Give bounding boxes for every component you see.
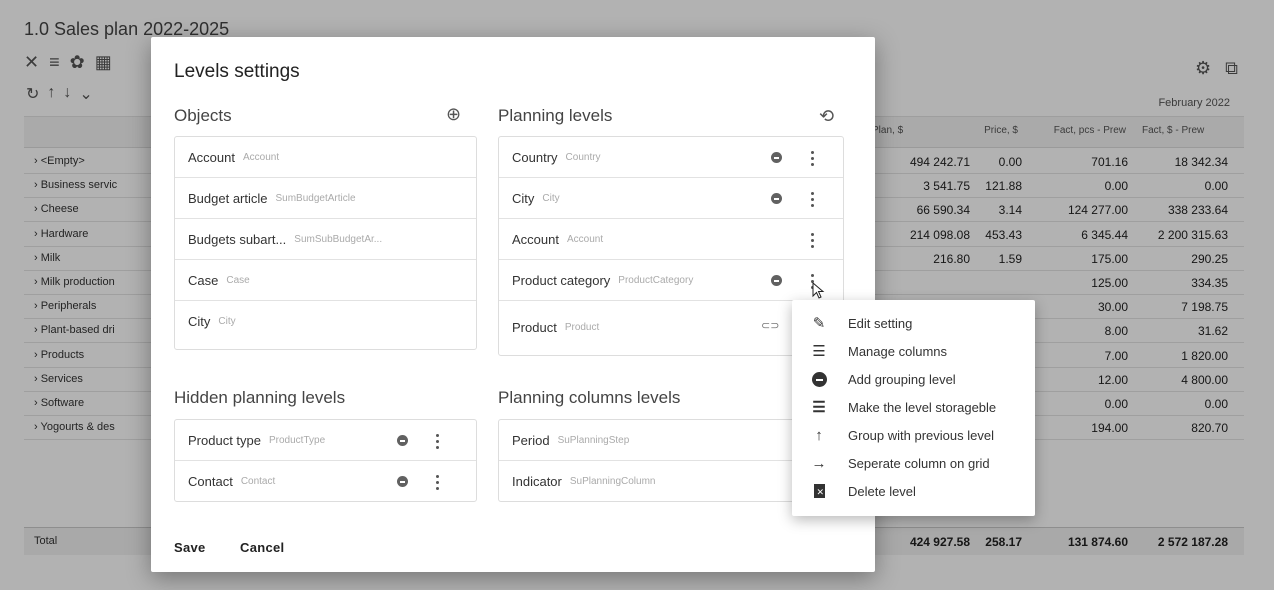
menu-item-group-with-previous[interactable]: ↑ Group with previous level	[792, 421, 1035, 449]
item-name: Account	[512, 231, 559, 247]
item-name: Budget article	[188, 190, 268, 206]
add-circle-icon[interactable]: ⊕	[446, 104, 461, 125]
item-code: SumBudgetArticle	[275, 192, 356, 204]
menu-item-separate-column[interactable]: → Seperate column on grid	[792, 449, 1035, 477]
planning-levels-title: Planning levels	[498, 106, 613, 125]
item-code: SuPlanningColumn	[569, 476, 656, 487]
item-code: City	[218, 316, 236, 327]
columns-levels-title: Planning columns levels	[498, 388, 681, 407]
menu-item-label: Delete level	[848, 484, 916, 499]
menu-item-delete-level[interactable]: ✕ Delete level	[792, 477, 1035, 505]
more-vert-icon[interactable]	[806, 230, 818, 250]
item-name: Period	[512, 432, 550, 448]
save-button[interactable]: Save	[174, 540, 206, 555]
menu-item-label: Make the level storageble	[848, 400, 997, 415]
menu-item-label: Group with previous level	[848, 428, 994, 443]
objects-title: Objects	[174, 106, 232, 125]
hidden-levels-list: Product type ProductType Contact Contact	[174, 419, 477, 502]
list-icon: ☰	[812, 343, 826, 360]
item-code: Country	[565, 151, 601, 163]
item-name: Product category	[512, 272, 611, 288]
menu-item-edit-setting[interactable]: ✎ Edit setting	[792, 309, 1035, 337]
arrow-up-icon: ↑	[815, 426, 823, 444]
item-name: Account	[188, 149, 235, 165]
menu-item-make-storageble[interactable]: ☰ Make the level storageble	[792, 393, 1035, 421]
level-context-menu: ✎ Edit setting ☰ Manage columns Add grou…	[792, 300, 1035, 516]
minus-circle-icon[interactable]	[397, 476, 408, 487]
minus-circle-icon	[810, 370, 828, 388]
item-name: City	[188, 314, 211, 329]
link-icon[interactable]: ⊂⊃	[761, 319, 779, 332]
item-code: Account	[242, 151, 280, 163]
item-code: City	[542, 192, 560, 204]
item-code: Account	[566, 233, 604, 245]
trash-icon: ✕	[810, 482, 828, 500]
arrow-right-icon: →	[811, 454, 827, 472]
list-item[interactable]: Account Account	[499, 219, 843, 260]
item-name: Product	[512, 319, 557, 335]
list-item[interactable]: Budgets subart... SumSubBudgetAr...	[175, 219, 476, 260]
more-vert-icon[interactable]	[431, 472, 443, 492]
menu-item-label: Manage columns	[848, 344, 947, 359]
storage-list-icon: ☰	[812, 399, 826, 416]
item-code: SuPlanningStep	[557, 434, 630, 446]
dialog-title: Levels settings	[174, 61, 300, 82]
item-code: Case	[226, 274, 250, 286]
menu-item-label: Add grouping level	[848, 372, 956, 387]
list-item[interactable]: City City	[499, 178, 843, 219]
item-name: Indicator	[512, 474, 562, 489]
menu-item-label: Edit setting	[848, 316, 913, 331]
list-item[interactable]: Product type ProductType	[175, 420, 476, 461]
item-name: Case	[188, 272, 219, 288]
minus-circle-icon[interactable]	[771, 152, 782, 163]
menu-item-manage-columns[interactable]: ☰ Manage columns	[792, 337, 1035, 365]
item-name: City	[512, 190, 535, 206]
list-item[interactable]: Case Case	[175, 260, 476, 301]
item-name: Budgets subart...	[188, 231, 287, 247]
item-name: Country	[512, 149, 558, 165]
item-code: ProductCategory	[618, 274, 694, 286]
mouse-pointer-icon	[812, 282, 825, 299]
sync-icon[interactable]: ⟲	[819, 106, 834, 127]
item-code: Contact	[240, 476, 276, 487]
more-vert-icon[interactable]	[806, 189, 818, 209]
minus-circle-icon[interactable]	[397, 435, 408, 446]
list-item[interactable]: Product category ProductCategory	[499, 260, 843, 301]
more-vert-icon[interactable]	[806, 148, 818, 168]
hidden-levels-title: Hidden planning levels	[174, 388, 346, 407]
list-item[interactable]: Account Account	[175, 137, 476, 178]
item-name: Contact	[188, 474, 233, 489]
menu-item-add-grouping-level[interactable]: Add grouping level	[792, 365, 1035, 393]
list-item[interactable]: Budget article SumBudgetArticle	[175, 178, 476, 219]
minus-circle-icon[interactable]	[771, 193, 782, 204]
item-name: Product type	[188, 432, 261, 448]
list-item[interactable]: City City	[175, 301, 476, 342]
list-item[interactable]: Contact Contact	[175, 461, 476, 501]
list-item[interactable]: Country Country	[499, 137, 843, 178]
item-code: ProductType	[269, 434, 326, 446]
levels-settings-dialog: Levels settings Objects ⊕ Planning level…	[151, 37, 875, 572]
objects-list: Account Account Budget article SumBudgetAr…	[174, 136, 477, 350]
pencil-icon: ✎	[812, 315, 826, 332]
menu-item-label: Seperate column on grid	[848, 456, 990, 471]
item-code: Product	[564, 321, 600, 333]
item-code: SumSubBudgetAr...	[294, 233, 383, 245]
minus-circle-icon[interactable]	[771, 275, 782, 286]
cancel-button[interactable]: Cancel	[240, 540, 284, 555]
more-vert-icon[interactable]	[431, 431, 443, 451]
